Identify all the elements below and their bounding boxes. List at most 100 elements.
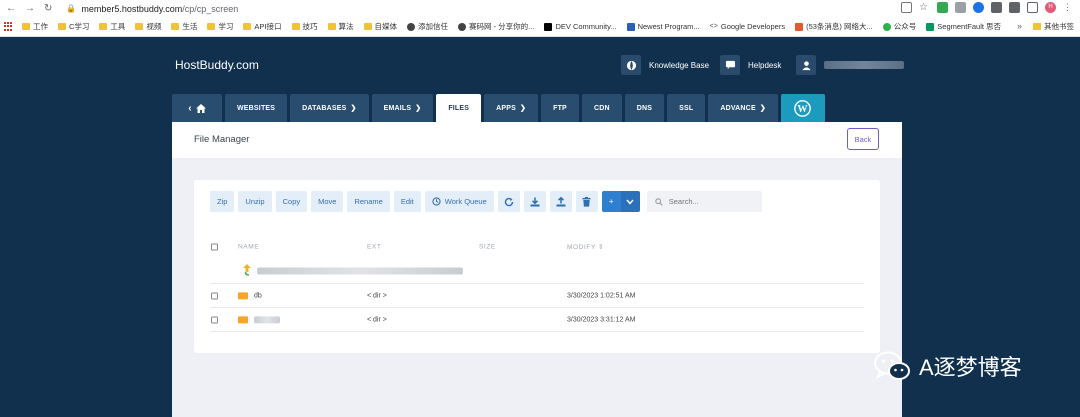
refresh-button[interactable] xyxy=(497,191,520,212)
bookmark-item[interactable]: 技巧 xyxy=(291,21,318,32)
bookmark-label: 算法 xyxy=(338,22,354,31)
tab-files[interactable]: FILES xyxy=(436,94,482,122)
bookmarks-more-icon[interactable]: » xyxy=(1017,21,1022,31)
bookmark-item[interactable]: SegmentFault 思否 xyxy=(926,21,1001,32)
file-name-label: db xyxy=(254,292,262,300)
row-checkbox[interactable] xyxy=(211,316,218,323)
edit-button[interactable]: Edit xyxy=(393,191,421,212)
apps-grid-icon[interactable] xyxy=(4,21,14,32)
wechat-icon xyxy=(874,351,910,380)
file-name[interactable] xyxy=(238,315,280,323)
bookmark-label: 生活 xyxy=(182,22,198,31)
select-all-checkbox[interactable] xyxy=(211,243,218,251)
forward-arrow-icon[interactable]: → xyxy=(25,3,35,14)
tab-apps[interactable]: APPS ❯ xyxy=(484,94,539,122)
sf-icon xyxy=(926,22,935,31)
puzzle-icon[interactable] xyxy=(1009,2,1020,13)
create-new-dropdown[interactable]: + xyxy=(601,191,640,212)
delete-button[interactable] xyxy=(575,191,598,212)
bookmark-item[interactable]: Newest Program... xyxy=(626,22,700,31)
tab-cdn[interactable]: CDN xyxy=(581,94,622,122)
table-row[interactable]: db < dir > 3/30/2023 1:02:51 AM xyxy=(210,284,864,308)
tab-ftp[interactable]: FTP xyxy=(541,94,579,122)
brand-logo[interactable]: HostBuddy.com xyxy=(175,58,259,72)
bookmark-item[interactable]: 视频 xyxy=(135,21,161,32)
column-modify[interactable]: MODIFY ⇕ xyxy=(567,243,604,251)
work-queue-button[interactable]: Work Queue xyxy=(424,191,494,212)
unzip-button[interactable]: Unzip xyxy=(238,191,272,212)
extension-icon[interactable] xyxy=(973,2,984,13)
row-checkbox[interactable] xyxy=(211,292,218,299)
back-button[interactable]: Back xyxy=(847,128,879,150)
bookmark-item[interactable]: 学习 xyxy=(207,21,233,32)
bookmark-item[interactable]: DEV Community... xyxy=(544,22,617,31)
extension-icon[interactable] xyxy=(991,2,1002,13)
folder-icon xyxy=(207,23,216,30)
back-arrow-icon[interactable]: ← xyxy=(6,3,16,14)
star-icon[interactable]: ☆ xyxy=(919,2,930,13)
column-name[interactable]: NAME xyxy=(238,244,259,251)
zip-button[interactable]: Zip xyxy=(210,191,235,212)
extension-icon[interactable] xyxy=(955,2,966,13)
tab-databases[interactable]: DATABASES ❯ xyxy=(290,94,369,122)
move-button[interactable]: Move xyxy=(311,191,344,212)
stack-icon xyxy=(626,22,635,31)
create-new-button[interactable]: + xyxy=(601,191,621,212)
tab-label: FILES xyxy=(448,104,470,112)
bookmark-item[interactable]: 公众号 xyxy=(882,21,916,32)
tab-websites[interactable]: WEBSITES xyxy=(225,94,288,122)
bookmark-item[interactable]: 算法 xyxy=(327,21,354,32)
browser-toolbar: ← → ↻ 🔒 member5.hostbuddy.com/cp/cp_scre… xyxy=(0,0,1080,17)
download-button[interactable] xyxy=(523,191,546,212)
upload-button[interactable] xyxy=(549,191,572,212)
main-nav-tabs: ‹ WEBSITES DATABASES ❯ EMAILS ❯ FILES APPS… xyxy=(172,94,825,122)
profile-avatar[interactable]: H xyxy=(1045,2,1056,13)
tab-home[interactable]: ‹ xyxy=(172,94,222,122)
bookmark-label: 技巧 xyxy=(302,22,318,31)
sidebar-icon[interactable] xyxy=(1027,2,1038,13)
chevron-left-icon: ‹ xyxy=(188,102,192,114)
tab-emails[interactable]: EMAILS ❯ xyxy=(371,94,434,122)
column-ext[interactable]: EXT xyxy=(367,244,381,251)
tab-dns[interactable]: DNS xyxy=(624,94,665,122)
parent-directory-row[interactable] xyxy=(210,258,864,284)
username-redacted xyxy=(824,61,904,69)
helpdesk-link[interactable]: Helpdesk xyxy=(720,55,781,75)
share-icon[interactable] xyxy=(901,2,912,13)
lock-icon[interactable]: 🔒 xyxy=(66,4,76,13)
tab-ssl[interactable]: SSL xyxy=(667,94,706,122)
file-manager-panel: File Manager Back Zip Unzip Copy Move Re… xyxy=(172,122,902,417)
tab-advance[interactable]: ADVANCE ❯ xyxy=(708,94,778,122)
tab-wordpress[interactable]: W xyxy=(780,94,825,122)
bookmark-item[interactable]: 工具 xyxy=(99,21,125,32)
search-box[interactable] xyxy=(646,191,762,212)
bookmark-item[interactable]: 赛码网 - 分享你的... xyxy=(458,21,534,32)
reload-icon[interactable]: ↻ xyxy=(44,3,52,14)
file-modified: 3/30/2023 1:02:51 AM xyxy=(567,292,636,299)
file-name[interactable]: db xyxy=(238,291,262,300)
bookmark-item[interactable]: 添加信任 xyxy=(407,21,448,32)
bookmark-item[interactable]: 自媒体 xyxy=(363,21,397,32)
column-size[interactable]: SIZE xyxy=(479,244,496,251)
rename-button[interactable]: Rename xyxy=(347,191,390,212)
bookmark-label: SegmentFault 思否 xyxy=(937,22,1002,31)
wechat-icon xyxy=(882,22,891,31)
knowledge-base-link[interactable]: Knowledge Base xyxy=(621,55,709,75)
menu-icon[interactable]: ⋮ xyxy=(1063,2,1074,13)
user-menu[interactable] xyxy=(796,55,904,75)
bookmark-item[interactable]: <> Google Developers xyxy=(710,22,785,31)
table-row[interactable]: < dir > 3/30/2023 3:31:12 AM xyxy=(210,308,864,332)
extension-icon[interactable] xyxy=(937,2,948,13)
bookmark-item[interactable]: 生活 xyxy=(171,21,197,32)
search-input[interactable] xyxy=(668,197,749,206)
chevron-down-icon: ❯ xyxy=(520,105,527,112)
address-bar[interactable]: member5.hostbuddy.com/cp/cp_screen xyxy=(81,4,238,14)
copy-button[interactable]: Copy xyxy=(275,191,308,212)
trash-icon xyxy=(582,196,591,207)
chevron-down-icon[interactable] xyxy=(620,191,640,212)
bookmark-item[interactable]: API接口 xyxy=(243,21,282,32)
bookmark-item[interactable]: 工作 xyxy=(22,21,48,32)
other-bookmarks[interactable]: 其他书签 xyxy=(1033,21,1074,32)
bookmark-item[interactable]: C学习 xyxy=(58,21,89,32)
bookmark-item[interactable]: (53条消息) 网络大... xyxy=(795,21,873,32)
